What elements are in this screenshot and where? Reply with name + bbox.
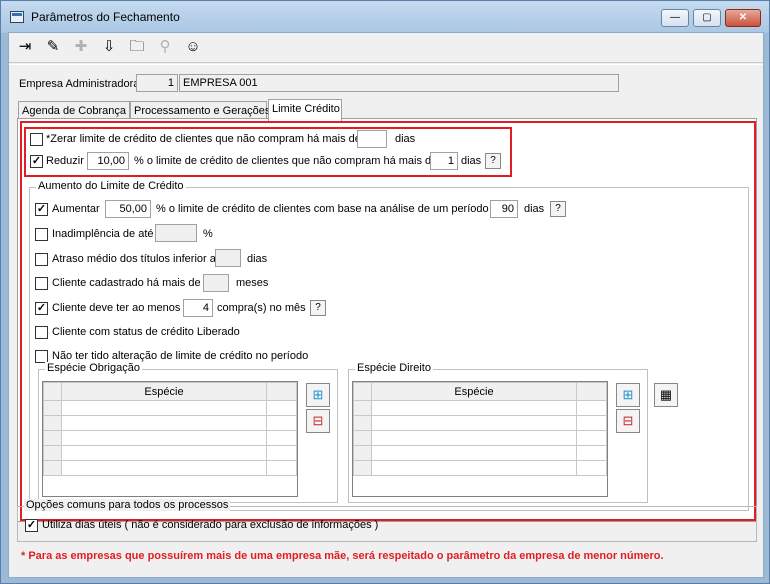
zerar-unit: dias — [395, 133, 416, 145]
compras-label: Cliente deve ter ao menos — [52, 302, 181, 314]
atraso-checkbox[interactable] — [35, 253, 48, 266]
atraso-unit: dias — [247, 253, 268, 265]
alteracao-label: Não ter tido alteração de limite de créd… — [52, 350, 309, 362]
exit-icon[interactable]: ⇥ — [13, 35, 37, 59]
aumentar-label: Aumentar — [52, 203, 100, 215]
atraso-input[interactable] — [215, 249, 241, 267]
reduzir-dias-input[interactable]: 1 — [430, 152, 458, 170]
atraso-label: Atraso médio dos títulos inferior a — [52, 253, 216, 265]
status-label: Cliente com status de crédito Liberado — [52, 326, 240, 338]
empresa-code-field: 1 — [136, 74, 178, 92]
opcoes-title: Opções comuns para todos os processos — [24, 499, 231, 511]
direito-add-row-icon[interactable]: ⊞ — [616, 383, 640, 407]
limite-credito-panel: *Zerar limite de crédito de clientes que… — [17, 118, 757, 522]
minimize-button[interactable]: — — [661, 9, 689, 27]
reduzir-percent-input[interactable]: 10,00 — [87, 152, 129, 170]
cadastrado-checkbox[interactable] — [35, 277, 48, 290]
obrigacao-add-row-icon[interactable]: ⊞ — [306, 383, 330, 407]
status-checkbox[interactable] — [35, 326, 48, 339]
empresa-name-field: EMPRESA 001 — [179, 74, 619, 92]
zerar-checkbox[interactable] — [30, 133, 43, 146]
eraser-icon[interactable]: ✎ — [41, 35, 65, 59]
download-icon[interactable]: ⇩ — [97, 35, 121, 59]
reduzir-help-button[interactable]: ? — [485, 153, 501, 169]
help-person-icon[interactable]: ☺ — [181, 35, 205, 59]
title-bar: Parâmetros do Fechamento — ▢ ✕ — [1, 1, 769, 33]
zerar-dias-input[interactable] — [357, 130, 387, 148]
folder-icon[interactable]: 🗀 — [125, 35, 149, 59]
compras-help-button[interactable]: ? — [310, 300, 326, 316]
compras-input[interactable]: 4 — [183, 299, 213, 317]
dias-uteis-label: Utiliza dias úteis ( não é considerado p… — [42, 519, 379, 531]
especie-obrigacao-grid[interactable]: Espécie — [42, 381, 298, 497]
aumentar-dias-input[interactable]: 90 — [490, 200, 518, 218]
binoculars-icon[interactable]: ⚲ — [153, 35, 177, 59]
close-button[interactable]: ✕ — [725, 9, 761, 27]
especie-obrigacao-column: Espécie — [61, 382, 267, 401]
especie-direito-title: Espécie Direito — [355, 362, 433, 374]
aumentar-text: % o limite de crédito de clientes com ba… — [156, 203, 504, 215]
aumento-title: Aumento do Limite de Crédito — [36, 180, 186, 192]
inadimplencia-label: Inadimplência de até — [52, 228, 154, 240]
maximize-button[interactable]: ▢ — [693, 9, 721, 27]
aumentar-percent-input[interactable]: 50,00 — [105, 200, 151, 218]
aumentar-checkbox[interactable]: ✓ — [35, 203, 48, 216]
tab-limite-credito[interactable]: Limite Crédito — [268, 99, 342, 121]
footnote: * Para as empresas que possuírem mais de… — [21, 550, 664, 562]
especie-obrigacao-title: Espécie Obrigação — [45, 362, 142, 374]
main-window: Parâmetros do Fechamento — ▢ ✕ ⇥ ✎ ✚ ⇩ 🗀… — [0, 0, 770, 584]
cadastrado-input[interactable] — [203, 274, 229, 292]
toolbar: ⇥ ✎ ✚ ⇩ 🗀 ⚲ ☺ — [9, 33, 763, 63]
especie-direito-column: Espécie — [371, 382, 577, 401]
obrigacao-remove-row-icon[interactable]: ⊟ — [306, 409, 330, 433]
aumentar-unit: dias — [524, 203, 545, 215]
especie-direito-grid[interactable]: Espécie — [352, 381, 608, 497]
client-area: ⇥ ✎ ✚ ⇩ 🗀 ⚲ ☺ Empresa Administradora 1 E… — [8, 32, 764, 578]
aumentar-help-button[interactable]: ? — [550, 201, 566, 217]
calculator-icon[interactable]: ▦ — [654, 383, 678, 407]
inadimplencia-checkbox[interactable] — [35, 228, 48, 241]
app-icon — [10, 11, 24, 23]
cadastrado-label: Cliente cadastrado há mais de — [52, 277, 201, 289]
compras-unit: compra(s) no mês — [217, 302, 306, 314]
add-icon[interactable]: ✚ — [69, 35, 93, 59]
window-title: Parâmetros do Fechamento — [31, 10, 180, 24]
reduzir-checkbox[interactable]: ✓ — [30, 155, 43, 168]
cadastrado-unit: meses — [236, 277, 269, 289]
inadimplencia-input[interactable] — [155, 224, 197, 242]
toolbar-divider — [9, 64, 763, 65]
compras-checkbox[interactable]: ✓ — [35, 302, 48, 315]
zerar-label: *Zerar limite de crédito de clientes que… — [46, 133, 361, 145]
reduzir-unit: dias — [461, 155, 482, 167]
empresa-label: Empresa Administradora — [19, 78, 140, 90]
dias-uteis-checkbox[interactable]: ✓ — [25, 519, 38, 532]
direito-remove-row-icon[interactable]: ⊟ — [616, 409, 640, 433]
inadimplencia-unit: % — [203, 228, 213, 240]
reduzir-text: % o limite de crédito de clientes que nã… — [134, 155, 438, 167]
reduzir-label: Reduzir — [46, 155, 84, 167]
